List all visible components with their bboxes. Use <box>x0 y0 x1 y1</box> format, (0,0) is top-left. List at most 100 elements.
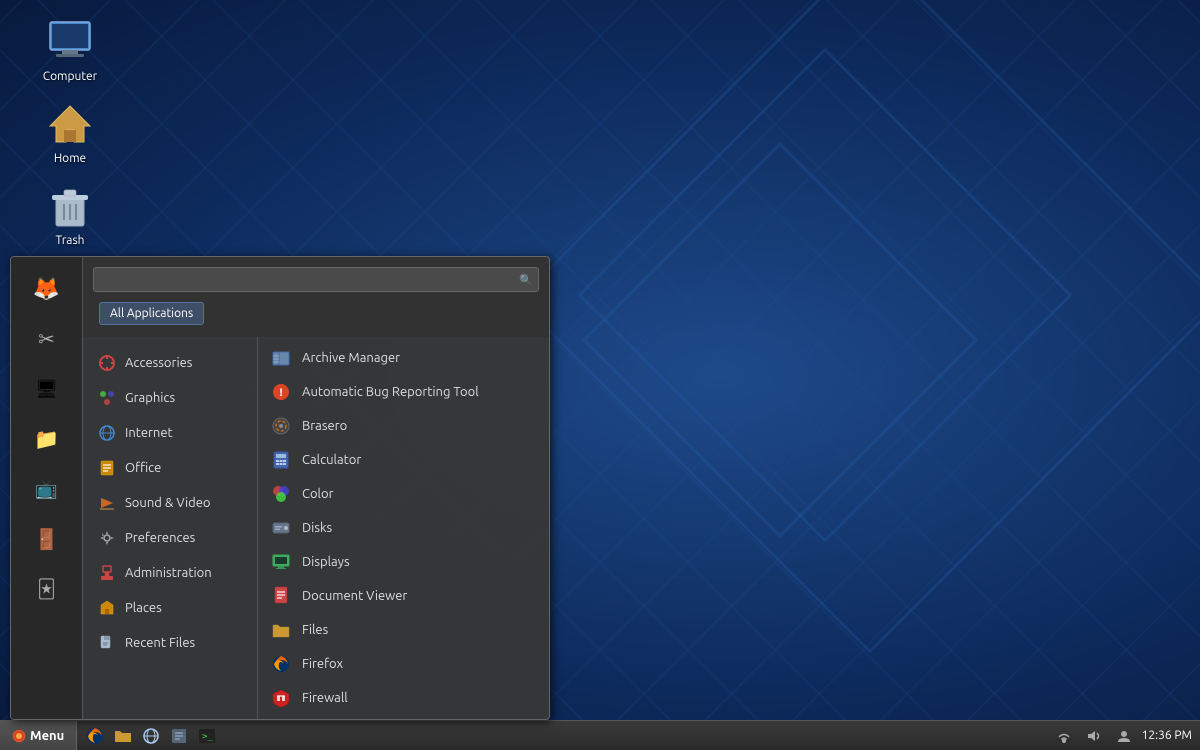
desktop-icon-computer[interactable]: Computer <box>30 18 110 83</box>
color-icon <box>270 483 292 505</box>
cat-administration-label: Administration <box>125 566 212 580</box>
trash-icon <box>46 182 94 230</box>
sidebar-btn-exit[interactable]: 🚪 <box>19 515 75 563</box>
taskbar-firefox-icon[interactable] <box>83 724 107 748</box>
svg-text:!: ! <box>279 387 282 399</box>
places-icon <box>97 598 117 618</box>
category-office[interactable]: Office <box>87 451 253 485</box>
cat-places-label: Places <box>125 601 162 615</box>
abrt-icon: ! <box>270 381 292 403</box>
app-displays-label: Displays <box>302 555 350 569</box>
taskbar-user-icon[interactable] <box>1112 724 1136 748</box>
search-wrapper <box>93 267 539 292</box>
preferences-icon <box>97 528 117 548</box>
graphics-icon <box>97 388 117 408</box>
home-icon <box>46 100 94 148</box>
app-files[interactable]: Files <box>258 613 549 647</box>
taskbar-volume-icon[interactable] <box>1082 724 1106 748</box>
taskbar-globe-icon[interactable] <box>139 724 163 748</box>
category-graphics[interactable]: Graphics <box>87 381 253 415</box>
sidebar-btn-firefox[interactable]: 🦊 <box>19 265 75 313</box>
sidebar-btn-monitor[interactable]: 📺 <box>19 465 75 513</box>
taskbar-network-icon[interactable] <box>1052 724 1076 748</box>
app-calculator[interactable]: Calculator <box>258 443 549 477</box>
sidebar-btn-tools[interactable]: ✂ <box>19 315 75 363</box>
administration-icon <box>97 563 117 583</box>
category-internet[interactable]: Internet <box>87 416 253 450</box>
sound-video-icon <box>97 493 117 513</box>
menu-main: All Applications Accessories <box>83 257 549 719</box>
internet-icon <box>97 423 117 443</box>
search-input[interactable] <box>93 267 539 292</box>
menu-icon <box>12 729 26 743</box>
taskbar-terminal-icon[interactable]: >_ <box>195 724 219 748</box>
category-administration[interactable]: Administration <box>87 556 253 590</box>
taskbar-system-tray: 12:36 PM <box>1044 724 1200 748</box>
app-color-label: Color <box>302 487 334 501</box>
app-disks-label: Disks <box>302 521 332 535</box>
app-brasero[interactable]: Brasero <box>258 409 549 443</box>
app-archive-manager-label: Archive Manager <box>302 351 400 365</box>
sidebar-btn-card[interactable]: 🃏 <box>19 565 75 613</box>
cat-internet-label: Internet <box>125 426 173 440</box>
app-color[interactable]: Color <box>258 477 549 511</box>
menu-categories: Accessories Graphics Internet <box>83 337 258 719</box>
home-label: Home <box>54 152 86 165</box>
category-recent-files[interactable]: Recent Files <box>87 626 253 660</box>
computer-label: Computer <box>43 70 97 83</box>
app-brasero-label: Brasero <box>302 419 347 433</box>
app-firefox-label: Firefox <box>302 657 343 671</box>
taskbar-clock: 12:36 PM <box>1142 729 1192 742</box>
app-abrt[interactable]: ! Automatic Bug Reporting Tool <box>258 375 549 409</box>
desktop-icon-trash[interactable]: Trash <box>30 182 110 247</box>
firefox-icon <box>270 653 292 675</box>
app-document-viewer-label: Document Viewer <box>302 589 407 603</box>
archive-manager-icon <box>270 347 292 369</box>
desktop-icon-home[interactable]: Home <box>30 100 110 165</box>
menu-apps-list: Archive Manager ! Automatic Bug Reportin… <box>258 337 549 719</box>
cat-graphics-label: Graphics <box>125 391 175 405</box>
app-calculator-label: Calculator <box>302 453 361 467</box>
app-menu: 🦊 ✂ 🖥 📁 📺 🚪 🃏 <box>10 256 550 720</box>
document-viewer-icon <box>270 585 292 607</box>
menu-label: Menu <box>30 729 64 743</box>
taskbar-shortcuts: >_ <box>77 724 1043 748</box>
calculator-icon <box>270 449 292 471</box>
category-accessories[interactable]: Accessories <box>87 346 253 380</box>
disks-icon <box>270 517 292 539</box>
category-places[interactable]: Places <box>87 591 253 625</box>
app-document-viewer[interactable]: Document Viewer <box>258 579 549 613</box>
app-firewall[interactable]: Firewall <box>258 681 549 715</box>
app-files-label: Files <box>302 623 328 637</box>
menu-sidebar: 🦊 ✂ 🖥 📁 📺 🚪 🃏 <box>11 257 83 719</box>
app-displays[interactable]: Displays <box>258 545 549 579</box>
accessories-icon <box>97 353 117 373</box>
category-sound-video[interactable]: Sound & Video <box>87 486 253 520</box>
desktop: Computer Home Trash 🦊 <box>0 0 1200 750</box>
app-firefox[interactable]: Firefox <box>258 647 549 681</box>
recent-files-icon <box>97 633 117 653</box>
app-firewall-label: Firewall <box>302 691 348 705</box>
cat-recent-files-label: Recent Files <box>125 636 195 650</box>
firewall-icon <box>270 687 292 709</box>
displays-icon <box>270 551 292 573</box>
taskbar-files-icon[interactable] <box>167 724 191 748</box>
sidebar-btn-terminal[interactable]: 🖥 <box>19 365 75 413</box>
app-archive-manager[interactable]: Archive Manager <box>258 341 549 375</box>
cat-sound-video-label: Sound & Video <box>125 496 211 510</box>
sidebar-btn-files[interactable]: 📁 <box>19 415 75 463</box>
cat-preferences-label: Preferences <box>125 531 195 545</box>
taskbar-menu-button[interactable]: Menu <box>0 721 77 750</box>
taskbar-folder-icon[interactable] <box>111 724 135 748</box>
brasero-icon <box>270 415 292 437</box>
app-disks[interactable]: Disks <box>258 511 549 545</box>
files-icon <box>270 619 292 641</box>
app-abrt-label: Automatic Bug Reporting Tool <box>302 385 479 399</box>
category-preferences[interactable]: Preferences <box>87 521 253 555</box>
menu-search-area: All Applications <box>83 257 549 337</box>
svg-text:>_: >_ <box>202 732 213 742</box>
computer-icon <box>46 18 94 66</box>
taskbar: Menu >_ <box>0 720 1200 750</box>
trash-label: Trash <box>55 234 84 247</box>
all-apps-button[interactable]: All Applications <box>99 302 204 325</box>
